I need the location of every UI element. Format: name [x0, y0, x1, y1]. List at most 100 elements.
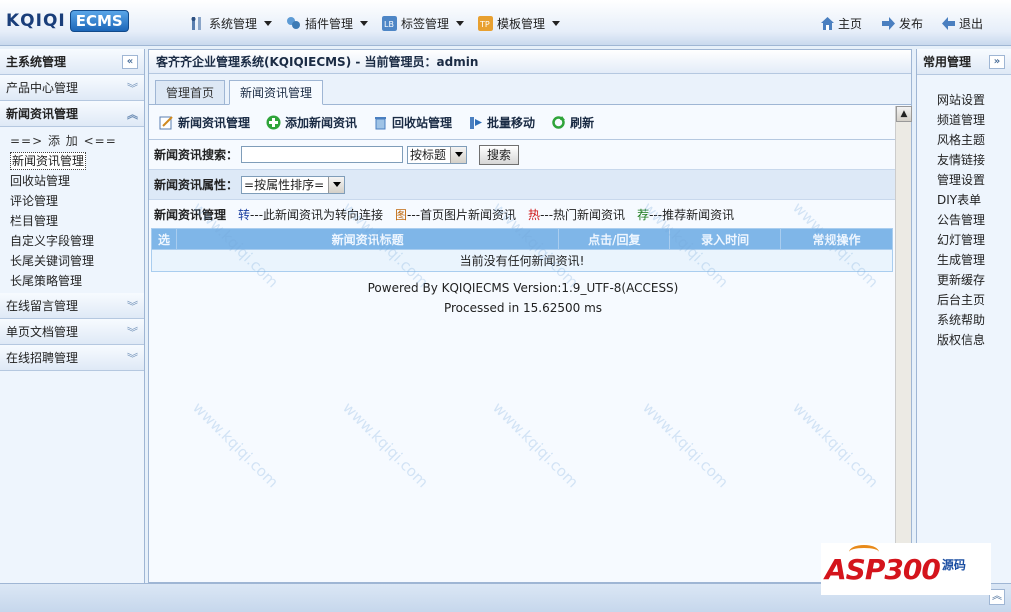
submenu-item-longtail-strategy[interactable]: 长尾策略管理: [10, 271, 144, 291]
quick-link-slides[interactable]: 幻灯管理: [937, 230, 1011, 250]
collapse-left-icon[interactable]: «: [122, 54, 138, 69]
quick-link-diy-form[interactable]: DIY表单: [937, 190, 1011, 210]
sidebar-section-news[interactable]: 新闻资讯管理 ︽: [0, 101, 144, 127]
menu-template-label: 模板管理: [497, 17, 546, 31]
search-label: 新闻资讯搜索：: [154, 148, 239, 162]
toolbar-batch-move[interactable]: 批量移动: [468, 114, 535, 131]
logo: KQIQI ECMS: [6, 8, 129, 34]
chevron-double-down-icon: ︾: [127, 325, 138, 339]
submenu-item-comments[interactable]: 评论管理: [10, 191, 144, 211]
toolbar-news-manage[interactable]: 新闻资讯管理: [159, 114, 250, 131]
tab-news[interactable]: 新闻资讯管理: [229, 80, 324, 105]
quick-link-update-cache[interactable]: 更新缓存: [937, 270, 1011, 290]
menu-template[interactable]: TP 模板管理: [478, 15, 561, 32]
link-logout-label: 退出: [959, 17, 984, 31]
tab-home[interactable]: 管理首页: [155, 80, 226, 105]
svg-text:TP: TP: [479, 20, 490, 29]
home-icon: [821, 17, 834, 30]
sidebar-section-pages[interactable]: 单页文档管理 ︾: [0, 319, 144, 345]
column-header-select: 选: [151, 228, 177, 250]
legend-mark: 图: [395, 207, 408, 222]
footer-info: Powered By KQIQIECMS Version:1.9_UTF-8(A…: [149, 278, 897, 318]
menu-system-label: 系统管理: [209, 17, 258, 31]
right-title-label: 常用管理: [923, 55, 972, 69]
watermark: www.kqiqi.com: [789, 398, 882, 492]
quick-link-generate[interactable]: 生成管理: [937, 250, 1011, 270]
collapse-right-icon[interactable]: »: [989, 54, 1005, 69]
link-publish[interactable]: 发布: [881, 15, 923, 32]
submenu-item-news[interactable]: 新闻资讯管理: [10, 151, 144, 171]
refresh-icon: [552, 116, 566, 129]
submenu-item-custom-fields[interactable]: 自定义字段管理: [10, 231, 144, 251]
menu-system[interactable]: 系统管理: [190, 15, 273, 32]
legend-mark: 热: [528, 207, 541, 222]
search-field-value: 按标题: [410, 148, 447, 162]
edit-icon: [159, 116, 173, 130]
legend-title: 新闻资讯管理: [154, 207, 227, 222]
search-button[interactable]: 搜索: [479, 144, 520, 165]
chevron-double-up-icon: ︽: [127, 107, 138, 121]
legend-item-recommend: 荐---推荐新闻资讯: [637, 206, 734, 223]
flame-decoration: [849, 545, 879, 559]
search-input[interactable]: [241, 146, 404, 163]
link-home[interactable]: 主页: [820, 15, 862, 32]
quick-link-site-settings[interactable]: 网站设置: [937, 90, 1011, 110]
menu-tag[interactable]: LB 标签管理: [382, 15, 465, 32]
quick-link-admin-settings[interactable]: 管理设置: [937, 170, 1011, 190]
powered-by: Powered By KQIQIECMS Version:1.9_UTF-8(A…: [367, 281, 679, 295]
legend-text: ---推荐新闻资讯: [649, 207, 735, 222]
vertical-scrollbar[interactable]: ▲: [895, 106, 912, 582]
submenu-add-link[interactable]: ==> 添 加 <==: [10, 131, 144, 151]
chevron-down-icon: [328, 176, 345, 193]
quick-link-admin-home[interactable]: 后台主页: [937, 290, 1011, 310]
sidebar-section-label: 新闻资讯管理: [6, 107, 79, 121]
template-icon: TP: [478, 16, 493, 31]
news-table: 选 新闻资讯标题 点击/回复 录入时间 常规操作 当前没有任何新闻资讯!: [151, 228, 893, 272]
legend-item-redirect: 转---此新闻资讯为转向连接: [238, 206, 383, 223]
sidebar-section-label: 单页文档管理: [6, 325, 79, 339]
attribute-select[interactable]: =按属性排序=: [241, 175, 346, 194]
sidebar-section-messages[interactable]: 在线留言管理 ︾: [0, 293, 144, 319]
watermark: www.kqiqi.com: [189, 398, 282, 492]
processed-time: Processed in 15.62500 ms: [443, 301, 603, 315]
submenu-item-recycle[interactable]: 回收站管理: [10, 171, 144, 191]
watermark: www.kqiqi.com: [639, 398, 732, 492]
chevron-up-icon[interactable]: ︽: [989, 589, 1005, 605]
scroll-up-icon[interactable]: ▲: [896, 106, 912, 122]
toolbar-recycle[interactable]: 回收站管理: [373, 114, 452, 131]
chevron-down-icon: [264, 21, 273, 26]
sidebar-section-product[interactable]: 产品中心管理 ︾: [0, 75, 144, 101]
toolbar-label: 刷新: [570, 116, 595, 130]
toolbar-add-news[interactable]: 添加新闻资讯: [266, 114, 357, 131]
column-header-actions: 常规操作: [780, 228, 893, 250]
toolbar-refresh[interactable]: 刷新: [551, 114, 594, 131]
quick-link-copyright[interactable]: 版权信息: [937, 330, 1011, 350]
asp300-logo-sub: 源码: [941, 557, 966, 572]
search-field-select[interactable]: 按标题: [407, 145, 468, 164]
left-sidebar: 主系统管理 « 产品中心管理 ︾ 新闻资讯管理 ︽ ==> 添 加 <== 新闻…: [0, 49, 145, 583]
quick-link-themes[interactable]: 风格主题: [937, 130, 1011, 150]
legend-item-hot: 热---热门新闻资讯: [528, 206, 625, 223]
asp300-logo-text: ASP300: [825, 552, 941, 586]
quick-link-channels[interactable]: 频道管理: [937, 110, 1011, 130]
submenu-item-longtail-keywords[interactable]: 长尾关键词管理: [10, 251, 144, 271]
toolbar: 新闻资讯管理 添加新闻资讯 回收站管理 批量移动 刷新: [149, 106, 897, 140]
right-sidebar: 常用管理 » 网站设置 频道管理 风格主题 友情链接 管理设置 DIY表单 公告…: [916, 49, 1011, 583]
logout-icon: [942, 17, 955, 30]
chevron-double-down-icon: ︾: [127, 299, 138, 313]
submenu-item-columns[interactable]: 栏目管理: [10, 211, 144, 231]
link-logout[interactable]: 退出: [941, 15, 983, 32]
menu-plugin[interactable]: 插件管理: [286, 15, 369, 32]
toolbar-label: 回收站管理: [392, 116, 453, 130]
toolbar-label: 添加新闻资讯: [285, 116, 358, 130]
quick-link-notices[interactable]: 公告管理: [937, 210, 1011, 230]
menu-tag-label: 标签管理: [401, 17, 450, 31]
sidebar-section-jobs[interactable]: 在线招聘管理 ︾: [0, 345, 144, 371]
quick-link-friend-links[interactable]: 友情链接: [937, 150, 1011, 170]
column-header-title: 新闻资讯标题: [175, 228, 560, 250]
quick-links: 网站设置 频道管理 风格主题 友情链接 管理设置 DIY表单 公告管理 幻灯管理…: [917, 75, 1011, 350]
news-submenu: ==> 添 加 <== 新闻资讯管理 回收站管理 评论管理 栏目管理 自定义字段…: [0, 127, 144, 293]
legend-row: 新闻资讯管理 转---此新闻资讯为转向连接 图---首页图片新闻资讯 热---热…: [149, 200, 897, 228]
quick-link-help[interactable]: 系统帮助: [937, 310, 1011, 330]
content-area: 新闻资讯管理 添加新闻资讯 回收站管理 批量移动 刷新 新闻资讯搜索： 按标题: [149, 106, 897, 582]
